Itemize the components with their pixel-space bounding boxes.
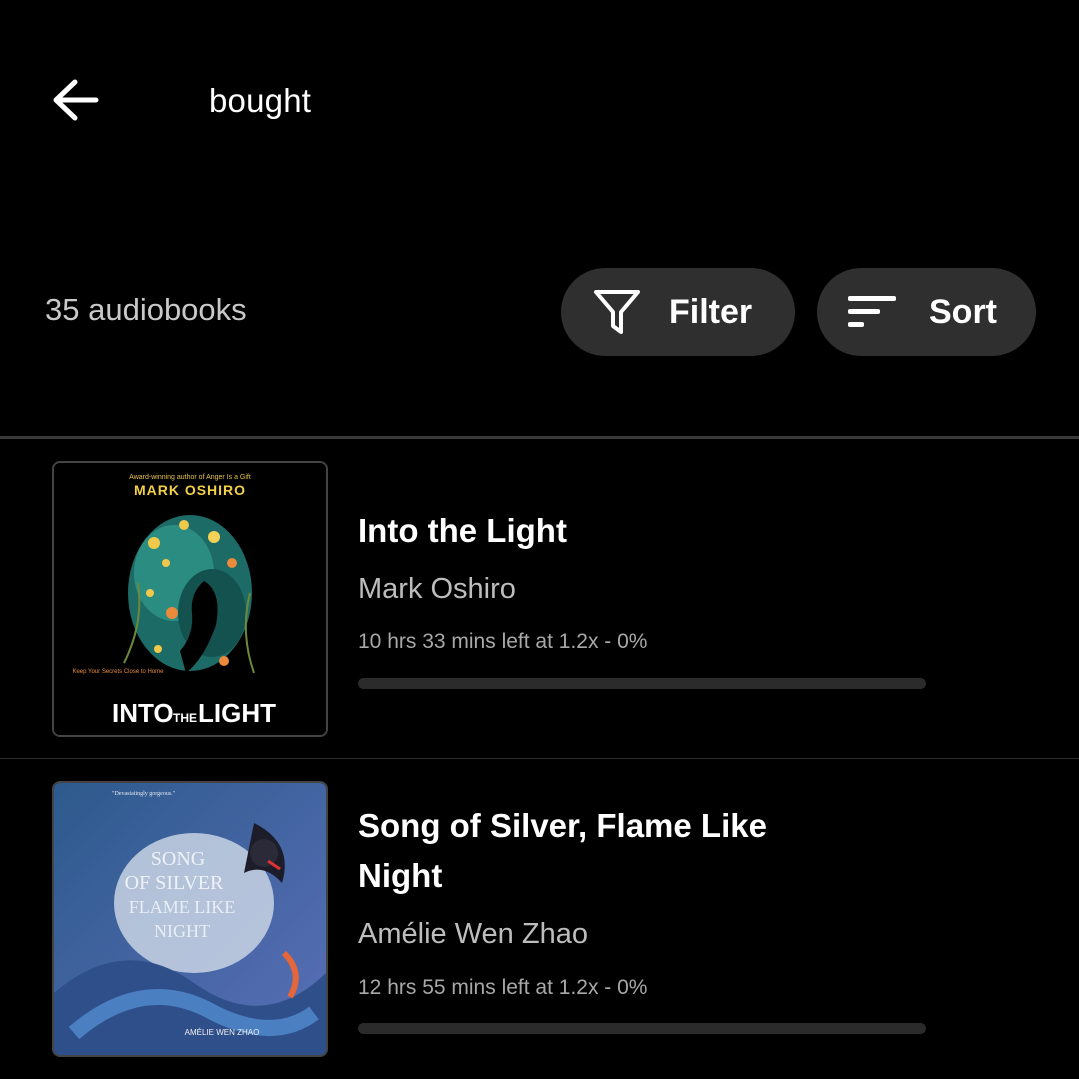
- book-author: Mark Oshiro: [358, 573, 516, 605]
- cover-title-word-2: THE: [173, 711, 197, 725]
- cover-title-line-1: SONG: [151, 848, 205, 870]
- book-title: Song of Silver, Flame Like Night: [358, 807, 767, 894]
- book-cover-song-of-silver: "Devastatingly gorgeous." SONG OF SILVER…: [52, 781, 328, 1057]
- cover-title-line-2: OF SILVER: [125, 872, 224, 894]
- cover-blurb: Keep Your Secrets Close to Home: [72, 669, 164, 675]
- listening-status: 10 hrs 33 mins left at 1.2x - 0%: [358, 630, 648, 653]
- cover-author-text: MARK OSHIRO: [134, 482, 246, 498]
- cover-title-word-1: INTO: [112, 698, 174, 728]
- cover-author-text: AMÉLIE WEN ZHAO: [185, 1028, 260, 1037]
- cover-title-word-3: LIGHT: [198, 698, 276, 728]
- filter-button[interactable]: Filter: [561, 268, 795, 356]
- listening-progress-bar: [358, 1023, 926, 1034]
- cover-title-line-3: FLAME LIKE: [129, 897, 236, 917]
- sort-label: Sort: [929, 292, 997, 331]
- audiobook-count: 35 audiobooks: [45, 292, 247, 327]
- sort-lines-icon: [847, 286, 899, 338]
- listening-status: 12 hrs 55 mins left at 1.2x - 0%: [358, 976, 648, 999]
- page-title: bought: [209, 82, 312, 119]
- audiobook-list-item[interactable]: "Devastatingly gorgeous." SONG OF SILVER…: [0, 760, 1079, 1079]
- audiobook-list-item[interactable]: Award-winning author of Anger Is a Gift …: [0, 440, 1079, 758]
- list-divider: [0, 436, 1079, 439]
- listening-progress-bar: [358, 678, 926, 689]
- book-author: Amélie Wen Zhao: [358, 918, 588, 950]
- book-cover-into-the-light: Award-winning author of Anger Is a Gift …: [52, 461, 328, 737]
- back-button[interactable]: [50, 78, 100, 126]
- book-title: Into the Light: [358, 512, 567, 549]
- arrow-left-icon: [51, 78, 99, 127]
- list-divider: [0, 758, 1079, 759]
- sort-button[interactable]: Sort: [817, 268, 1036, 356]
- cover-quote: "Devastatingly gorgeous.": [112, 791, 176, 797]
- filter-label: Filter: [669, 292, 753, 331]
- filter-funnel-icon: [591, 286, 643, 338]
- cover-title-line-4: NIGHT: [154, 921, 210, 941]
- library-screen: bought 35 audiobooks Filter Sort Award-w…: [0, 0, 1079, 1079]
- cover-tagline: Award-winning author of Anger Is a Gift: [129, 474, 251, 481]
